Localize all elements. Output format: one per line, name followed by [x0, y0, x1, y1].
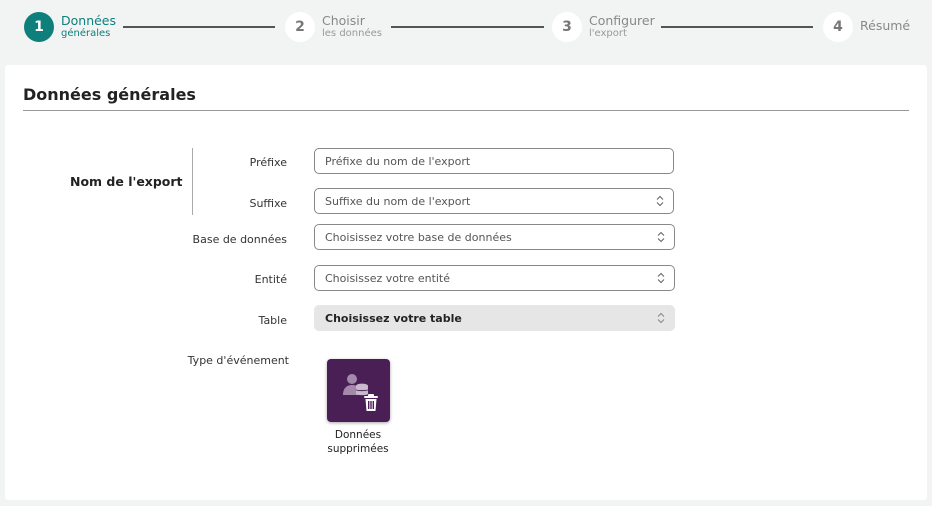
step-title: Résumé [860, 18, 911, 33]
step-subtitle: générales [61, 28, 111, 39]
table-placeholder: Choisissez votre table [325, 311, 462, 325]
event-type-label: Type d'événement [187, 354, 289, 367]
prefix-placeholder: Préfixe du nom de l'export [325, 154, 471, 168]
panel-title: Données générales [23, 85, 196, 104]
step-number: 4 [823, 12, 853, 42]
step-subtitle: l'export [589, 28, 627, 39]
step-title: Configurer [589, 13, 655, 28]
step-summary[interactable]: 4 Résumé [823, 12, 910, 42]
export-stepper: 1 Données générales 2 Choisir les donnée… [0, 0, 932, 60]
suffix-label: Suffixe [249, 197, 287, 210]
deleted-data-icon [342, 373, 378, 411]
chevron-updown-icon [652, 225, 670, 249]
database-placeholder: Choisissez votre base de données [325, 230, 512, 244]
step-title: Choisir [322, 13, 365, 28]
entity-label: Entité [254, 273, 287, 286]
step-connector [391, 26, 544, 28]
database-select[interactable]: Choisissez votre base de données [314, 224, 675, 250]
prefix-input[interactable]: Préfixe du nom de l'export [314, 148, 674, 174]
suffix-input[interactable]: Suffixe du nom de l'export [314, 188, 674, 214]
suffix-placeholder: Suffixe du nom de l'export [325, 194, 471, 208]
chevron-updown-icon [652, 266, 670, 290]
step-configure-export[interactable]: 3 Configurer l'export [552, 12, 655, 42]
table-select[interactable]: Choisissez votre table [314, 305, 675, 331]
database-label: Base de données [192, 233, 287, 246]
title-divider [23, 110, 909, 111]
step-number: 1 [24, 12, 54, 42]
export-name-group-label: Nom de l'export [70, 174, 183, 189]
step-subtitle: les données [322, 28, 382, 39]
event-deleted-data-tile[interactable] [327, 359, 390, 422]
general-data-panel: Données générales Nom de l'export Préfix… [5, 65, 927, 500]
event-deleted-data-label: Données supprimées [318, 428, 398, 456]
entity-placeholder: Choisissez votre entité [325, 271, 451, 285]
step-connector [123, 26, 275, 28]
group-divider [192, 148, 193, 215]
spinner-icon[interactable] [651, 189, 669, 213]
step-number: 2 [285, 12, 315, 42]
prefix-label: Préfixe [249, 156, 287, 169]
table-label: Table [258, 314, 287, 327]
step-choose-data[interactable]: 2 Choisir les données [285, 12, 382, 42]
event-label-line2: supprimées [327, 443, 389, 455]
step-general-data[interactable]: 1 Données générales [24, 12, 116, 42]
step-number: 3 [552, 12, 582, 42]
step-connector [661, 26, 813, 28]
event-label-line1: Données [334, 429, 382, 441]
entity-select[interactable]: Choisissez votre entité [314, 265, 675, 291]
step-title: Données [61, 13, 117, 28]
chevron-updown-icon [652, 306, 670, 330]
